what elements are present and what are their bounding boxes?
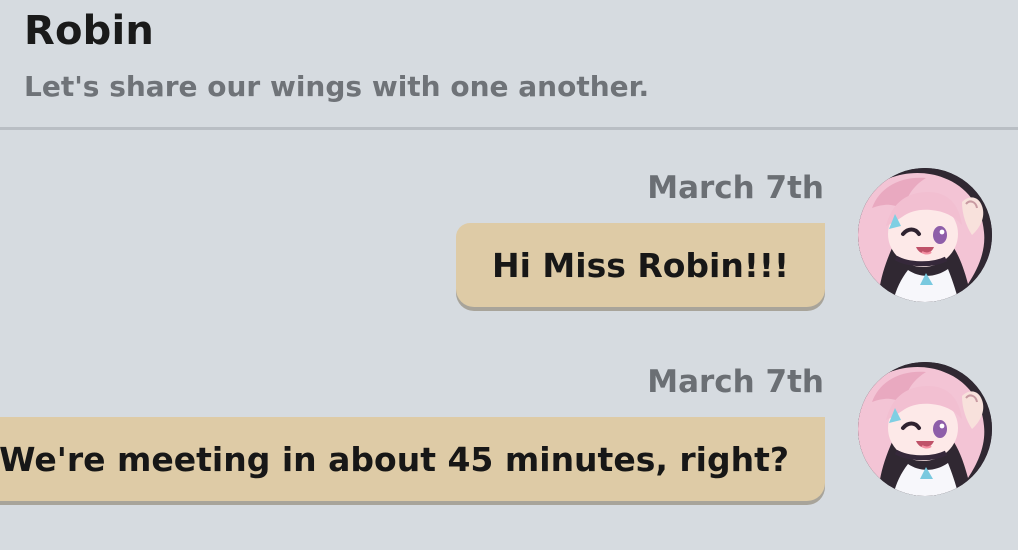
- contact-name: Robin: [24, 8, 155, 54]
- chat-header: Robin Let's share our wings with one ano…: [0, 0, 1018, 130]
- sender-name: March 7th: [647, 170, 824, 206]
- contact-signature: Let's share our wings with one another.: [24, 70, 650, 103]
- avatar-icon[interactable]: [858, 362, 992, 496]
- avatar-icon[interactable]: [858, 168, 992, 302]
- sender-name: March 7th: [647, 364, 824, 400]
- message-bubble[interactable]: Hi Miss Robin!!!: [456, 223, 825, 307]
- message-bubble[interactable]: We're meeting in about 45 minutes, right…: [0, 417, 825, 501]
